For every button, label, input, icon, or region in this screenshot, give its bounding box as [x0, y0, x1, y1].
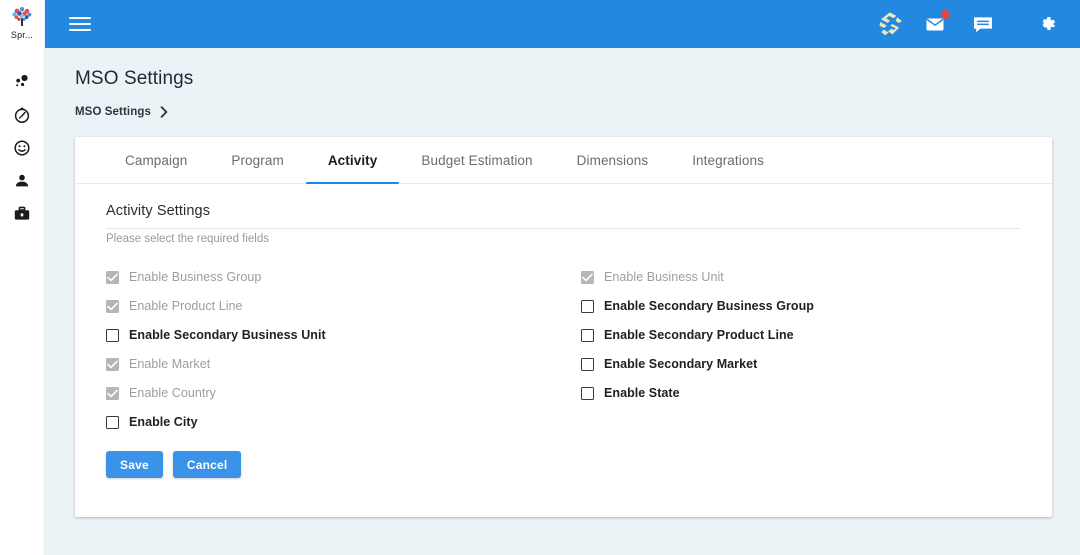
- gear-icon[interactable]: [1032, 9, 1062, 39]
- checkbox-label-city: Enable City: [129, 415, 198, 429]
- checkbox-row-product-line[interactable]: Enable Product Line: [106, 292, 581, 321]
- mail-notification-badge: [941, 10, 950, 19]
- activity-settings-section: Activity Settings Please select the requ…: [75, 184, 1052, 437]
- checkbox-label-secondary-market: Enable Secondary Market: [604, 357, 758, 371]
- person-icon: [15, 174, 29, 186]
- top-app-bar: [45, 0, 1080, 48]
- settings-card: Campaign Program Activity Budget Estimat…: [75, 137, 1052, 517]
- sidebar-item-briefcase[interactable]: [0, 197, 45, 230]
- smiley-icon: [14, 139, 30, 156]
- section-title: Activity Settings: [106, 203, 211, 219]
- app-root: Spr... MSO Settings MSO Settings Campaig…: [0, 0, 1080, 555]
- sidebar-item-timer[interactable]: [0, 98, 45, 131]
- briefcase-icon: [14, 206, 30, 220]
- checkbox-state[interactable]: [581, 387, 594, 400]
- checkbox-grid: Enable Business Group Enable Product Lin…: [106, 263, 1020, 437]
- checkbox-product-line[interactable]: [106, 300, 119, 313]
- tree-logo-icon: [12, 7, 32, 26]
- timer-icon: [14, 107, 30, 123]
- tab-dimensions[interactable]: Dimensions: [555, 137, 671, 183]
- checkbox-row-business-group[interactable]: Enable Business Group: [106, 263, 581, 292]
- checkbox-city[interactable]: [106, 416, 119, 429]
- bubbles-icon: [16, 74, 28, 86]
- tab-bar: Campaign Program Activity Budget Estimat…: [75, 137, 1052, 184]
- checkbox-business-unit[interactable]: [581, 271, 594, 284]
- section-subtitle: Please select the required fields: [106, 233, 276, 245]
- hamburger-menu-icon[interactable]: [69, 11, 95, 37]
- section-divider: [106, 228, 1020, 229]
- checkbox-label-state: Enable State: [604, 386, 680, 400]
- checkbox-label-business-group: Enable Business Group: [129, 270, 262, 284]
- checkbox-secondary-product-line[interactable]: [581, 329, 594, 342]
- chat-icon[interactable]: [968, 9, 998, 39]
- checkbox-secondary-business-group[interactable]: [581, 300, 594, 313]
- brand-knot-icon[interactable]: [876, 9, 906, 39]
- checkbox-secondary-business-unit[interactable]: [106, 329, 119, 342]
- check-icon: [582, 273, 593, 282]
- save-button[interactable]: Save: [106, 451, 163, 478]
- page-title: MSO Settings: [75, 68, 194, 89]
- checkbox-business-group[interactable]: [106, 271, 119, 284]
- chat-glyph: [974, 17, 992, 33]
- checkbox-row-secondary-market[interactable]: Enable Secondary Market: [581, 350, 1020, 379]
- checkbox-label-secondary-business-group: Enable Secondary Business Group: [604, 299, 814, 313]
- tab-program[interactable]: Program: [209, 137, 305, 183]
- app-logo-label: Spr...: [10, 30, 34, 40]
- brand-knot-glyph: [879, 12, 902, 36]
- main-region: MSO Settings MSO Settings Campaign Progr…: [45, 0, 1080, 555]
- topbar-actions: [876, 9, 1062, 39]
- checkbox-row-country[interactable]: Enable Country: [106, 379, 581, 408]
- check-icon: [107, 302, 118, 311]
- sidebar-icon-list: [0, 65, 45, 230]
- page-content: MSO Settings MSO Settings Campaign Progr…: [45, 48, 1080, 555]
- app-logo[interactable]: Spr...: [0, 4, 45, 48]
- form-actions: Save Cancel: [75, 437, 1052, 478]
- mail-icon[interactable]: [922, 9, 952, 39]
- checkbox-row-market[interactable]: Enable Market: [106, 350, 581, 379]
- sidebar-item-bubbles[interactable]: [0, 65, 45, 98]
- checkbox-row-state[interactable]: Enable State: [581, 379, 1020, 408]
- checkbox-market[interactable]: [106, 358, 119, 371]
- checkbox-label-secondary-business-unit: Enable Secondary Business Unit: [129, 328, 326, 342]
- tab-activity[interactable]: Activity: [305, 137, 400, 184]
- checkbox-row-secondary-business-group[interactable]: Enable Secondary Business Group: [581, 292, 1020, 321]
- checkbox-secondary-market[interactable]: [581, 358, 594, 371]
- checkbox-label-secondary-product-line: Enable Secondary Product Line: [604, 328, 794, 342]
- checkbox-row-business-unit[interactable]: Enable Business Unit: [581, 263, 1020, 292]
- cancel-button[interactable]: Cancel: [172, 451, 242, 478]
- checkbox-label-country: Enable Country: [129, 386, 216, 400]
- tab-integrations[interactable]: Integrations: [670, 137, 786, 183]
- check-icon: [107, 360, 118, 369]
- checkbox-row-secondary-product-line[interactable]: Enable Secondary Product Line: [581, 321, 1020, 350]
- checkbox-row-secondary-business-unit[interactable]: Enable Secondary Business Unit: [106, 321, 581, 350]
- chevron-right-icon: [160, 106, 168, 118]
- checkbox-column-left: Enable Business Group Enable Product Lin…: [106, 263, 581, 437]
- breadcrumb: MSO Settings: [75, 106, 1052, 118]
- check-icon: [107, 273, 118, 282]
- checkbox-column-right: Enable Business Unit Enable Secondary Bu…: [581, 263, 1020, 437]
- checkbox-label-market: Enable Market: [129, 357, 211, 371]
- tab-campaign[interactable]: Campaign: [103, 137, 209, 183]
- checkbox-row-city[interactable]: Enable City: [106, 408, 581, 437]
- checkbox-country[interactable]: [106, 387, 119, 400]
- left-sidebar: Spr...: [0, 0, 45, 555]
- gear-glyph: [1042, 17, 1056, 30]
- check-icon: [107, 389, 118, 398]
- breadcrumb-item-mso-settings[interactable]: MSO Settings: [75, 106, 151, 118]
- checkbox-label-business-unit: Enable Business Unit: [604, 270, 724, 284]
- sidebar-item-smiley[interactable]: [0, 131, 45, 164]
- sidebar-item-person[interactable]: [0, 164, 45, 197]
- tab-budget-estimation[interactable]: Budget Estimation: [399, 137, 554, 183]
- checkbox-label-product-line: Enable Product Line: [129, 299, 243, 313]
